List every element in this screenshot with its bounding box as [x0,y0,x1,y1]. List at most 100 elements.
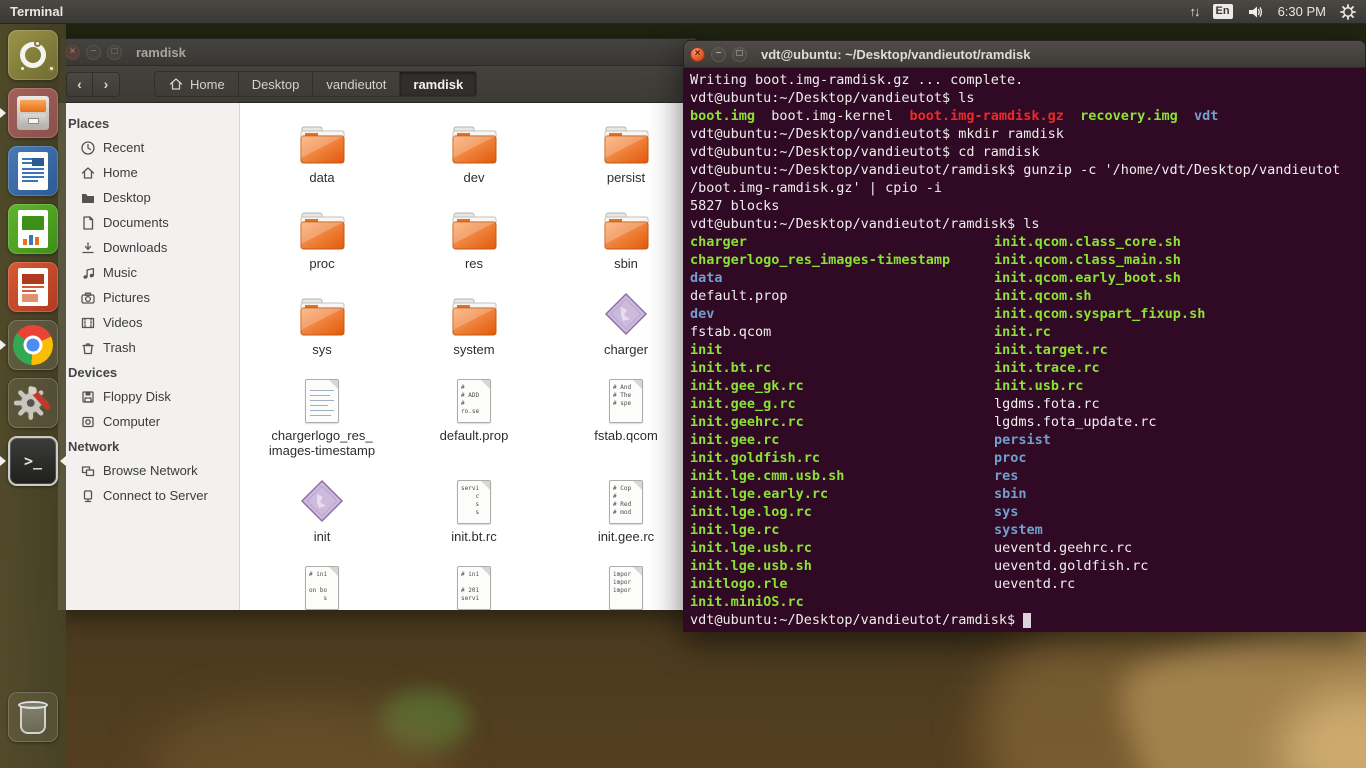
terminal-line: init.goldfish.rcproc [690,449,1366,467]
sidebar-item-label: Pictures [103,290,150,305]
close-icon[interactable]: × [65,45,80,60]
launcher-item-dash-home[interactable] [8,30,58,80]
sidebar-item-label: Recent [103,140,144,155]
terminal-line: init.lge.rcsystem [690,521,1366,539]
breadcrumb-label: Desktop [252,77,300,92]
sidebar-item-documents[interactable]: Documents [58,210,239,235]
minimize-icon[interactable]: − [86,45,101,60]
file-item-init.geehrc.rc[interactable]: impor impor imporinit.geehrc.rc [550,554,698,610]
volume-icon[interactable] [1247,4,1264,20]
sidebar-item-computer[interactable]: Computer [58,409,239,434]
calc-spreadsheet-icon [18,210,48,248]
session-gear-icon[interactable] [1340,4,1356,20]
sidebar-item-pictures[interactable]: Pictures [58,285,239,310]
sidebar-item-label: Downloads [103,240,167,255]
file-label: res [465,256,483,271]
clock[interactable]: 6:30 PM [1278,4,1326,19]
text-direction-icon[interactable]: ↑↓ [1190,4,1199,19]
sidebar-item-home[interactable]: Home [58,160,239,185]
camera-icon [80,290,96,306]
sidebar-item-browse-network[interactable]: Browse Network [58,458,239,483]
launcher-item-libreoffice-impress[interactable] [8,262,58,312]
file-item-sbin[interactable]: sbin [550,195,698,281]
file-manager-titlebar[interactable]: × − □ ramdisk [58,38,698,66]
focused-indicator-arrow [60,456,66,466]
sidebar-item-downloads[interactable]: Downloads [58,235,239,260]
chrome-logo-icon [13,325,53,365]
file-item-persist[interactable]: persist [550,109,698,195]
breadcrumb-label: vandieutot [326,77,386,92]
terminal-content[interactable]: Writing boot.img-ramdisk.gz ... complete… [683,68,1366,632]
file-item-proc[interactable]: proc [246,195,398,281]
file-cabinet-icon [17,96,49,130]
file-item-res[interactable]: res [398,195,550,281]
sidebar-item-connect-to-server[interactable]: Connect to Server [58,483,239,508]
file-item-init.bt.rc[interactable]: servi c s sinit.bt.rc [398,468,550,554]
nav-buttons: ‹ › [66,72,120,97]
file-item-init.gee_gk.rc[interactable]: # ini # 201 serviinit.gee_gk.rc [398,554,550,610]
breadcrumb-ramdisk[interactable]: ramdisk [400,71,477,97]
terminal-line: devinit.qcom.syspart_fixup.sh [690,305,1366,323]
breadcrumb-vandieutot[interactable]: vandieutot [313,71,400,97]
file-grid-area: datadevpersistprocressbinsyssystemcharge… [240,103,698,610]
sidebar-item-recent[interactable]: Recent [58,135,239,160]
terminal-titlebar[interactable]: × − □ vdt@ubuntu: ~/Desktop/vandieutot/r… [683,40,1366,68]
file-item-default.prop[interactable]: # # ADD # ro.se default.prop [398,367,550,468]
folder-icon [299,199,346,251]
file-item-sys[interactable]: sys [246,281,398,367]
sidebar-item-trash[interactable]: Trash [58,335,239,360]
sidebar-item-floppy-disk[interactable]: Floppy Disk [58,384,239,409]
sidebar-item-videos[interactable]: Videos [58,310,239,335]
file-item-charger[interactable]: charger [550,281,698,367]
maximize-icon[interactable]: □ [107,45,122,60]
text-file-icon: # ini # 201 servi [457,558,491,610]
forward-button[interactable]: › [93,72,120,97]
keyboard-layout-indicator[interactable]: En [1213,4,1233,19]
launcher-item-libreoffice-calc[interactable] [8,204,58,254]
terminal-line: Writing boot.img-ramdisk.gz ... complete… [690,71,1366,89]
file-label: data [309,170,334,185]
terminal-line: init.lge.cmm.usb.shres [690,467,1366,485]
running-indicator-arrow [0,340,6,350]
clock-icon [80,140,96,156]
file-item-chargerlogo_res_[interactable]: chargerlogo_res_ images-timestamp [246,367,398,468]
file-label: proc [309,256,334,271]
file-label: charger [604,342,648,357]
text-file-icon: # # ADD # ro.se [457,371,491,423]
maximize-icon[interactable]: □ [732,47,747,62]
terminal-cursor [1023,613,1031,628]
sidebar-item-desktop[interactable]: Desktop [58,185,239,210]
launcher-item-chrome[interactable] [8,320,58,370]
server-icon [80,488,96,504]
breadcrumb-home[interactable]: Home [154,71,239,97]
launcher-item-libreoffice-writer[interactable] [8,146,58,196]
file-item-system[interactable]: system [398,281,550,367]
file-item-data[interactable]: data [246,109,398,195]
launcher-item-system-settings[interactable] [8,378,58,428]
file-item-init.gee.rc[interactable]: # Cop # # Red # modinit.gee.rc [550,468,698,554]
launcher-item-trash[interactable] [8,692,58,742]
running-indicator-arrow [0,108,6,118]
launcher-item-terminal[interactable]: >_ [8,436,58,486]
file-item-dev[interactable]: dev [398,109,550,195]
breadcrumb: Home Desktop vandieutot ramdisk [154,71,477,97]
file-item-fstab.qcom[interactable]: # And # The # spefstab.qcom [550,367,698,468]
text-file-icon: # ini on bo s [305,558,339,610]
terminal-line: init.lge.usb.rcueventd.geehrc.rc [690,539,1366,557]
file-item-init.gee_g.rc[interactable]: # ini on bo sinit.gee_g.rc [246,554,398,610]
close-icon[interactable]: × [690,47,705,62]
file-label: default.prop [440,428,509,443]
file-label: fstab.qcom [594,428,658,443]
writer-document-icon [18,152,48,190]
file-manager-body: PlacesRecentHomeDesktopDocumentsDownload… [58,103,698,610]
terminal-line: chargerinit.qcom.class_core.sh [690,233,1366,251]
back-button[interactable]: ‹ [66,72,93,97]
terminal-line: 5827 blocks [690,197,1366,215]
minimize-icon[interactable]: − [711,47,726,62]
sidebar-section-network: Network [58,434,239,458]
launcher-item-files[interactable] [8,88,58,138]
terminal-prompt-icon: >_ [24,452,42,470]
breadcrumb-desktop[interactable]: Desktop [239,71,314,97]
sidebar-item-music[interactable]: Music [58,260,239,285]
file-item-init[interactable]: init [246,468,398,554]
